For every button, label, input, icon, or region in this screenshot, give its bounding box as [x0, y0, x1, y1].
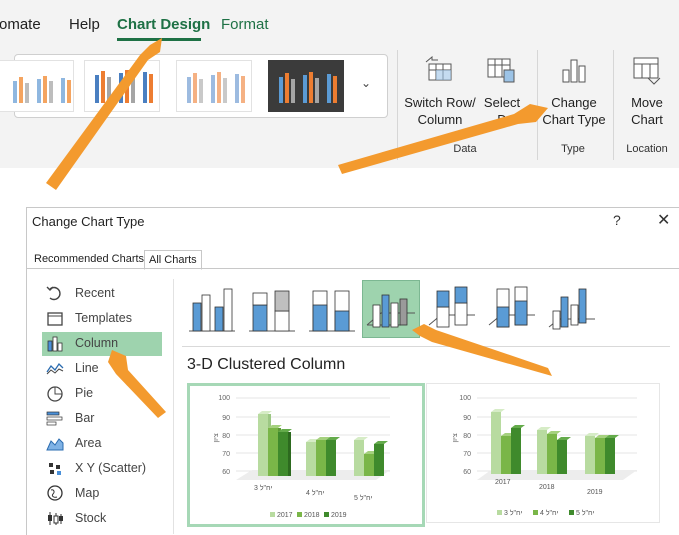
arrow-to-column-category: [108, 350, 166, 418]
arrow-to-change-chart-type: [338, 104, 548, 174]
arrow-to-chart-design-tab: [46, 38, 162, 190]
arrow-to-3d-clustered-column: [412, 324, 552, 376]
annotation-arrows: [46, 38, 552, 418]
